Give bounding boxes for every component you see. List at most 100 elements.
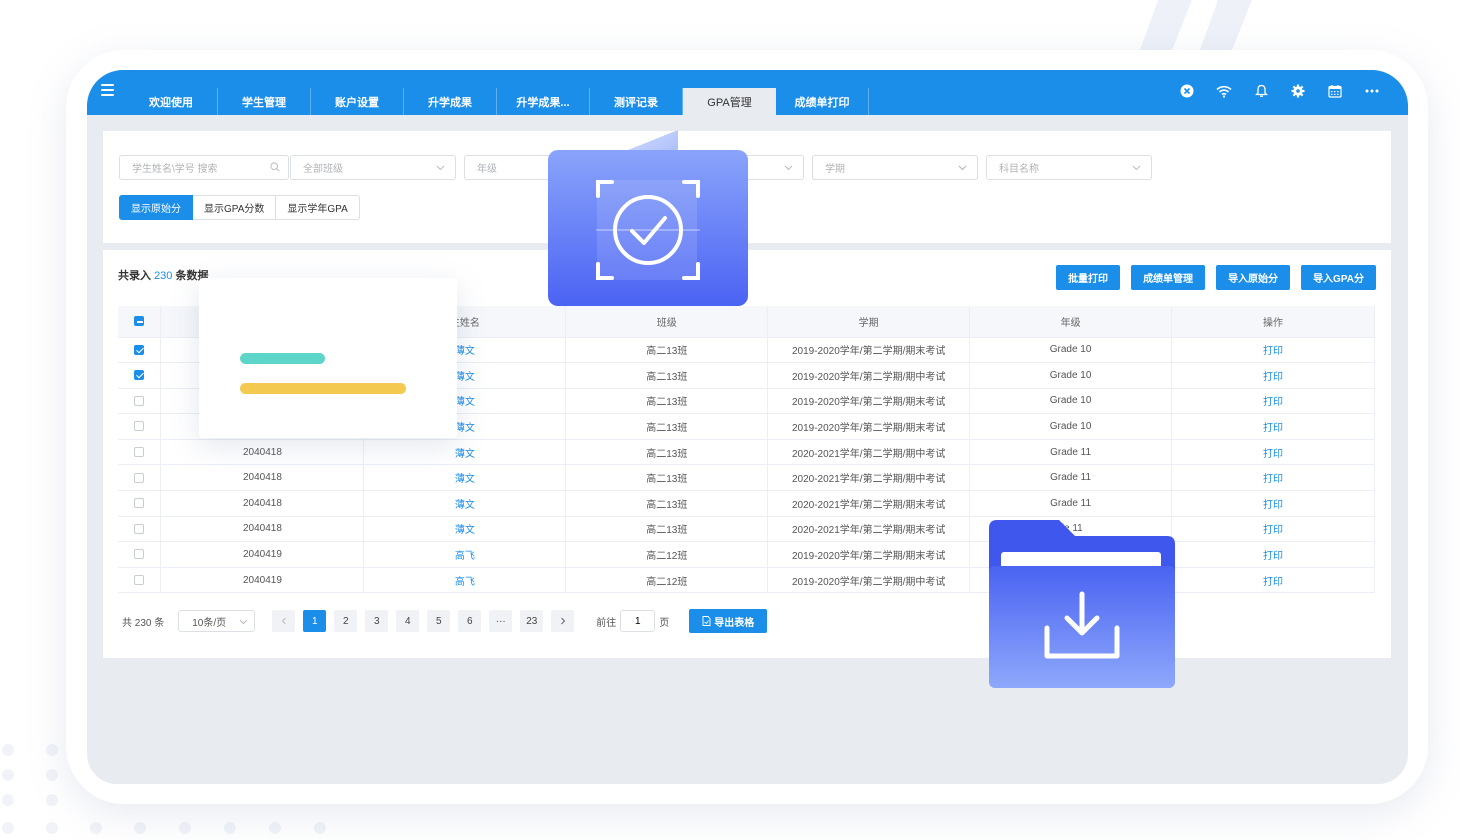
select-all-checkbox[interactable] — [134, 316, 145, 327]
prev-page-button[interactable] — [272, 610, 296, 632]
export-table-button[interactable]: 导出表格 — [689, 609, 768, 633]
table-row[interactable]: 2040418 薄文 高二13班 2020-2021学年/第二学期/期末考试 de 11… — [118, 516, 1375, 543]
class-select[interactable]: 全部班级 — [290, 155, 456, 180]
row-checkbox[interactable] — [134, 472, 145, 483]
page-button-2[interactable]: 2 — [334, 610, 358, 632]
chevron-down-icon — [239, 619, 248, 625]
calendar-icon[interactable] — [1327, 83, 1343, 99]
student-search-input[interactable]: 学生姓名\学号 搜索 — [119, 155, 289, 180]
row-checkbox-cell[interactable] — [118, 490, 162, 517]
tab-admission-results[interactable]: 升学成果 — [404, 88, 497, 115]
table-row[interactable]: 2040419 高飞 高二12班 2019-2020学年/第二学期/期末考试 打印 — [118, 541, 1375, 568]
transcript-management-button[interactable]: 成绩单管理 — [1131, 265, 1206, 290]
select-all-cell[interactable] — [118, 306, 162, 338]
page-ellipsis-button[interactable]: ··· — [489, 610, 513, 632]
print-link[interactable]: 打印 — [1171, 541, 1375, 568]
row-checkbox[interactable] — [134, 344, 145, 355]
gear-icon[interactable] — [1290, 83, 1306, 99]
tab-transcript-print[interactable]: 成绩单打印 — [776, 88, 869, 115]
goto-label: 前往 — [596, 617, 617, 629]
row-checkbox[interactable] — [134, 395, 145, 406]
tab-assessment-records[interactable]: 测评记录 — [590, 88, 683, 115]
table-row[interactable]: 2040419 高飞 高二12班 2019-2020学年/第二学期/期中考试 打印 — [118, 567, 1375, 594]
import-gpa-score-button[interactable]: 导入GPA分 — [1301, 265, 1376, 290]
import-raw-score-button[interactable]: 导入原始分 — [1216, 265, 1291, 290]
goto-page-input[interactable] — [620, 610, 656, 632]
print-link[interactable]: 打印 — [1171, 490, 1375, 517]
row-checkbox[interactable] — [134, 575, 145, 585]
tab-gpa-management[interactable]: GPA管理 — [683, 88, 776, 115]
tab-account-settings[interactable]: 账户设置 — [311, 88, 404, 115]
page-button-1[interactable]: 1 — [303, 610, 327, 632]
row-checkbox[interactable] — [134, 523, 145, 534]
table-row[interactable]: 2040418 薄文 高二13班 2020-2021学年/第二学期/期中考试 Grade… — [118, 439, 1375, 466]
page-button-6[interactable]: 6 — [458, 610, 482, 632]
class-cell: 高二13班 — [565, 337, 769, 364]
row-checkbox-cell[interactable] — [118, 362, 162, 389]
table-row[interactable]: 2040418 薄文 高二13班 2020-2021学年/第二学期/期末考试 Grade… — [118, 490, 1375, 517]
row-checkbox[interactable] — [134, 421, 145, 432]
table-row[interactable]: 2040418 薄文 高二13班 2020-2021学年/第二学期/期中考试 Grade… — [118, 464, 1375, 492]
class-cell: 高二12班 — [565, 541, 769, 568]
bell-icon[interactable] — [1253, 83, 1269, 99]
print-link[interactable]: 打印 — [1171, 388, 1375, 415]
row-checkbox-cell[interactable] — [118, 439, 162, 466]
page-button-23[interactable]: 23 — [520, 610, 544, 632]
row-checkbox-cell[interactable] — [118, 337, 162, 364]
print-link[interactable]: 打印 — [1171, 413, 1375, 440]
tab-welcome[interactable]: 欢迎使用 — [125, 88, 218, 115]
show-gpa-score-button[interactable]: 显示GPA分数 — [193, 195, 277, 220]
grade-cell: Grade 11 — [969, 490, 1173, 517]
wifi-icon[interactable] — [1216, 83, 1232, 99]
subject-select-placeholder: 科目名称 — [999, 164, 1039, 175]
row-checkbox-cell[interactable] — [118, 413, 162, 440]
row-checkbox[interactable] — [134, 549, 145, 560]
teal-bar — [240, 353, 325, 364]
row-checkbox-cell[interactable] — [118, 541, 162, 568]
student-id-cell: 2040419 — [160, 567, 365, 594]
subject-select[interactable]: 科目名称 — [986, 155, 1152, 180]
page-button-4[interactable]: 4 — [396, 610, 420, 632]
show-raw-score-button[interactable]: 显示原始分 — [119, 195, 193, 220]
batch-print-button[interactable]: 批量打印 — [1056, 265, 1121, 290]
tab-student-management[interactable]: 学生管理 — [218, 88, 311, 115]
search-placeholder: 学生姓名\学号 搜索 — [132, 164, 218, 175]
term-cell: 2020-2021学年/第二学期/期中考试 — [767, 439, 971, 466]
class-cell: 高二12班 — [565, 567, 769, 594]
more-icon[interactable] — [1364, 83, 1380, 99]
term-select[interactable]: 学期 — [812, 155, 978, 180]
next-page-button[interactable] — [551, 610, 575, 632]
chevron-down-icon — [436, 165, 445, 171]
term-cell: 2020-2021学年/第二学期/期末考试 — [767, 490, 971, 517]
record-count: 共录入 230 条数据 — [118, 267, 208, 283]
student-name-cell: 薄文 — [363, 464, 567, 492]
print-link[interactable]: 打印 — [1171, 464, 1375, 492]
show-year-gpa-button[interactable]: 显示学年GPA — [276, 195, 360, 220]
class-cell: 高二13班 — [565, 388, 769, 415]
menu-icon[interactable] — [101, 84, 114, 96]
tab-admission-results-more[interactable]: 升学成果... — [497, 88, 590, 115]
row-checkbox[interactable] — [134, 447, 145, 458]
class-cell: 高二13班 — [565, 362, 769, 389]
page-button-3[interactable]: 3 — [365, 610, 389, 632]
quote-mark-decoration — [1140, 0, 1252, 50]
term-cell: 2019-2020学年/第二学期/期末考试 — [767, 388, 971, 415]
print-link[interactable]: 打印 — [1171, 362, 1375, 389]
print-link[interactable]: 打印 — [1171, 337, 1375, 364]
page-button-5[interactable]: 5 — [427, 610, 451, 632]
student-id-cell: 2040418 — [160, 464, 365, 492]
print-link[interactable]: 打印 — [1171, 439, 1375, 466]
print-link[interactable]: 打印 — [1171, 516, 1375, 543]
row-checkbox-cell[interactable] — [118, 567, 162, 594]
page-size-select[interactable]: 10条/页 — [178, 610, 256, 632]
term-select-placeholder: 学期 — [825, 164, 845, 175]
print-link[interactable]: 打印 — [1171, 567, 1375, 594]
row-checkbox-cell[interactable] — [118, 516, 162, 543]
row-checkbox-cell[interactable] — [118, 464, 162, 492]
row-checkbox[interactable] — [134, 370, 145, 381]
column-header-grade: 年级 — [969, 306, 1173, 338]
close-circle-icon[interactable] — [1179, 83, 1195, 99]
row-checkbox[interactable] — [134, 498, 145, 509]
row-checkbox-cell[interactable] — [118, 388, 162, 415]
grade-cell: Grade 10 — [969, 362, 1173, 389]
